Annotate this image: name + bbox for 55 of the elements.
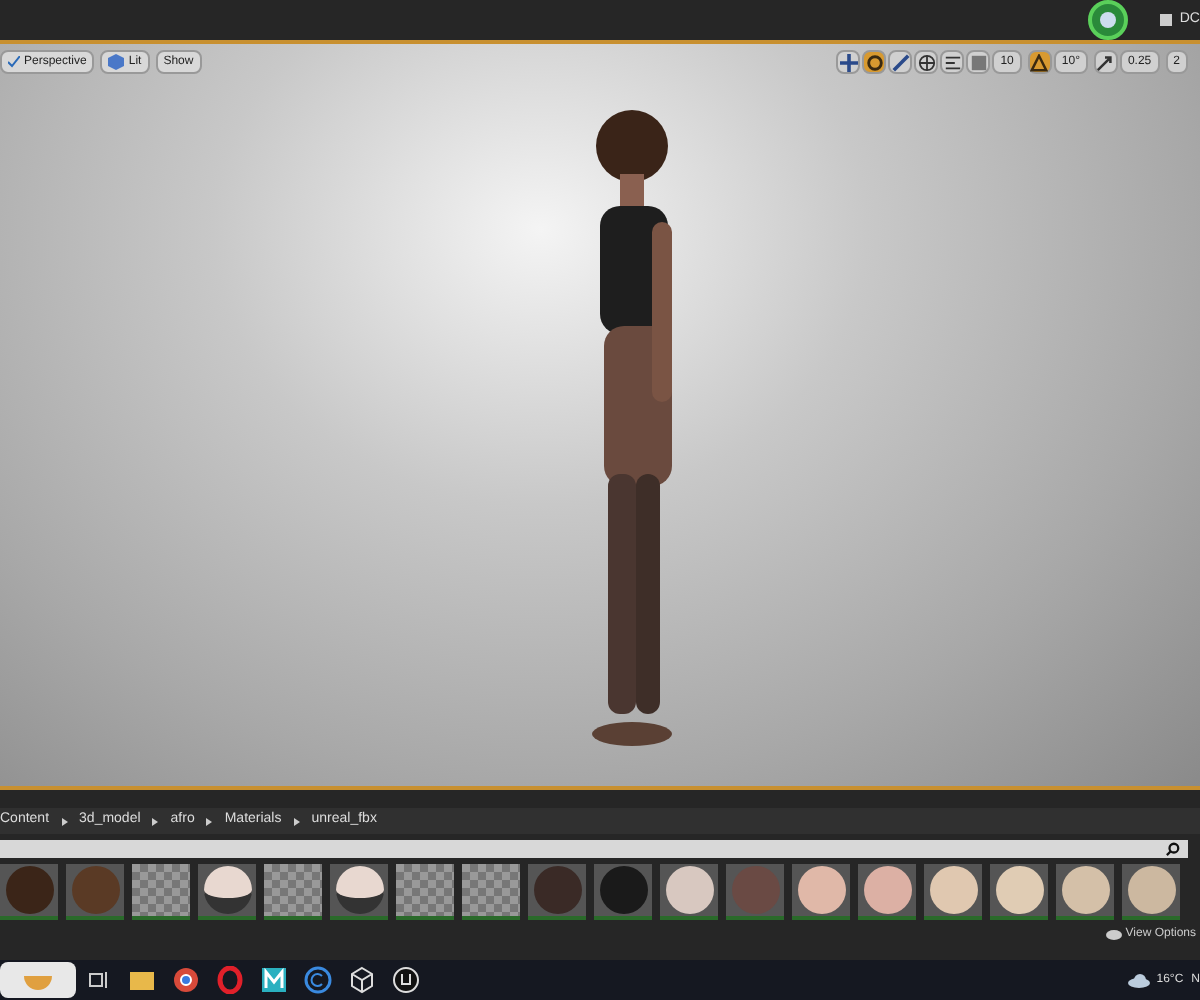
material-asset-thumbnail[interactable] xyxy=(0,864,58,920)
tool-button[interactable] xyxy=(940,50,965,74)
tool-button[interactable] xyxy=(1093,50,1118,74)
arrow-icon xyxy=(1096,53,1115,71)
material-asset-thumbnail[interactable] xyxy=(528,864,586,920)
folder-icon[interactable] xyxy=(128,966,156,994)
move-icon xyxy=(839,53,858,71)
chevron-icon xyxy=(206,817,213,825)
search-icon xyxy=(1166,842,1180,856)
tool-button[interactable] xyxy=(914,50,939,74)
tool-button[interactable] xyxy=(888,50,913,74)
empty-asset-thumbnail[interactable] xyxy=(462,864,520,920)
grid-icon xyxy=(1159,14,1172,26)
material-asset-thumbnail[interactable] xyxy=(1056,864,1114,920)
eye-asset-thumbnail[interactable] xyxy=(330,864,388,920)
task-view-icon[interactable] xyxy=(88,970,108,990)
material-asset-thumbnail[interactable] xyxy=(858,864,916,920)
cube-icon xyxy=(108,54,125,70)
material-asset-thumbnail[interactable] xyxy=(1122,864,1180,920)
rotate-icon xyxy=(865,53,884,71)
chevron-icon xyxy=(61,817,68,825)
square-icon xyxy=(969,53,988,71)
tool-button[interactable] xyxy=(836,50,861,74)
search-field[interactable] xyxy=(0,840,1188,858)
tool-button[interactable] xyxy=(1027,50,1052,74)
bowl-icon xyxy=(24,970,52,990)
material-asset-thumbnail[interactable] xyxy=(990,864,1048,920)
empty-asset-thumbnail[interactable] xyxy=(132,864,190,920)
material-asset-thumbnail[interactable] xyxy=(594,864,652,920)
material-asset-thumbnail[interactable] xyxy=(660,864,718,920)
material-asset-thumbnail[interactable] xyxy=(726,864,784,920)
browser-icon[interactable] xyxy=(172,966,200,994)
empty-asset-thumbnail[interactable] xyxy=(264,864,322,920)
m-app-icon[interactable] xyxy=(260,966,288,994)
material-asset-thumbnail[interactable] xyxy=(792,864,850,920)
triangle-icon xyxy=(1030,53,1049,71)
check-icon xyxy=(8,56,20,68)
scale-icon xyxy=(891,53,910,71)
material-asset-thumbnail[interactable] xyxy=(924,864,982,920)
orb-icon[interactable] xyxy=(1087,0,1128,40)
tool-button[interactable] xyxy=(862,50,887,74)
empty-asset-thumbnail[interactable] xyxy=(396,864,454,920)
circle-c-icon[interactable] xyxy=(304,966,332,994)
cube-icon[interactable] xyxy=(348,966,376,994)
chevron-icon xyxy=(152,817,159,825)
eye-icon xyxy=(1105,930,1122,940)
eye-asset-thumbnail[interactable] xyxy=(198,864,256,920)
cloud-icon xyxy=(1128,973,1151,987)
start-button[interactable] xyxy=(0,962,76,998)
ring-icon[interactable] xyxy=(216,966,244,994)
material-asset-thumbnail[interactable] xyxy=(66,864,124,920)
globe-icon xyxy=(917,53,936,71)
grid-icon xyxy=(943,53,962,71)
unreal-icon[interactable] xyxy=(392,966,420,994)
chevron-icon xyxy=(293,817,300,825)
